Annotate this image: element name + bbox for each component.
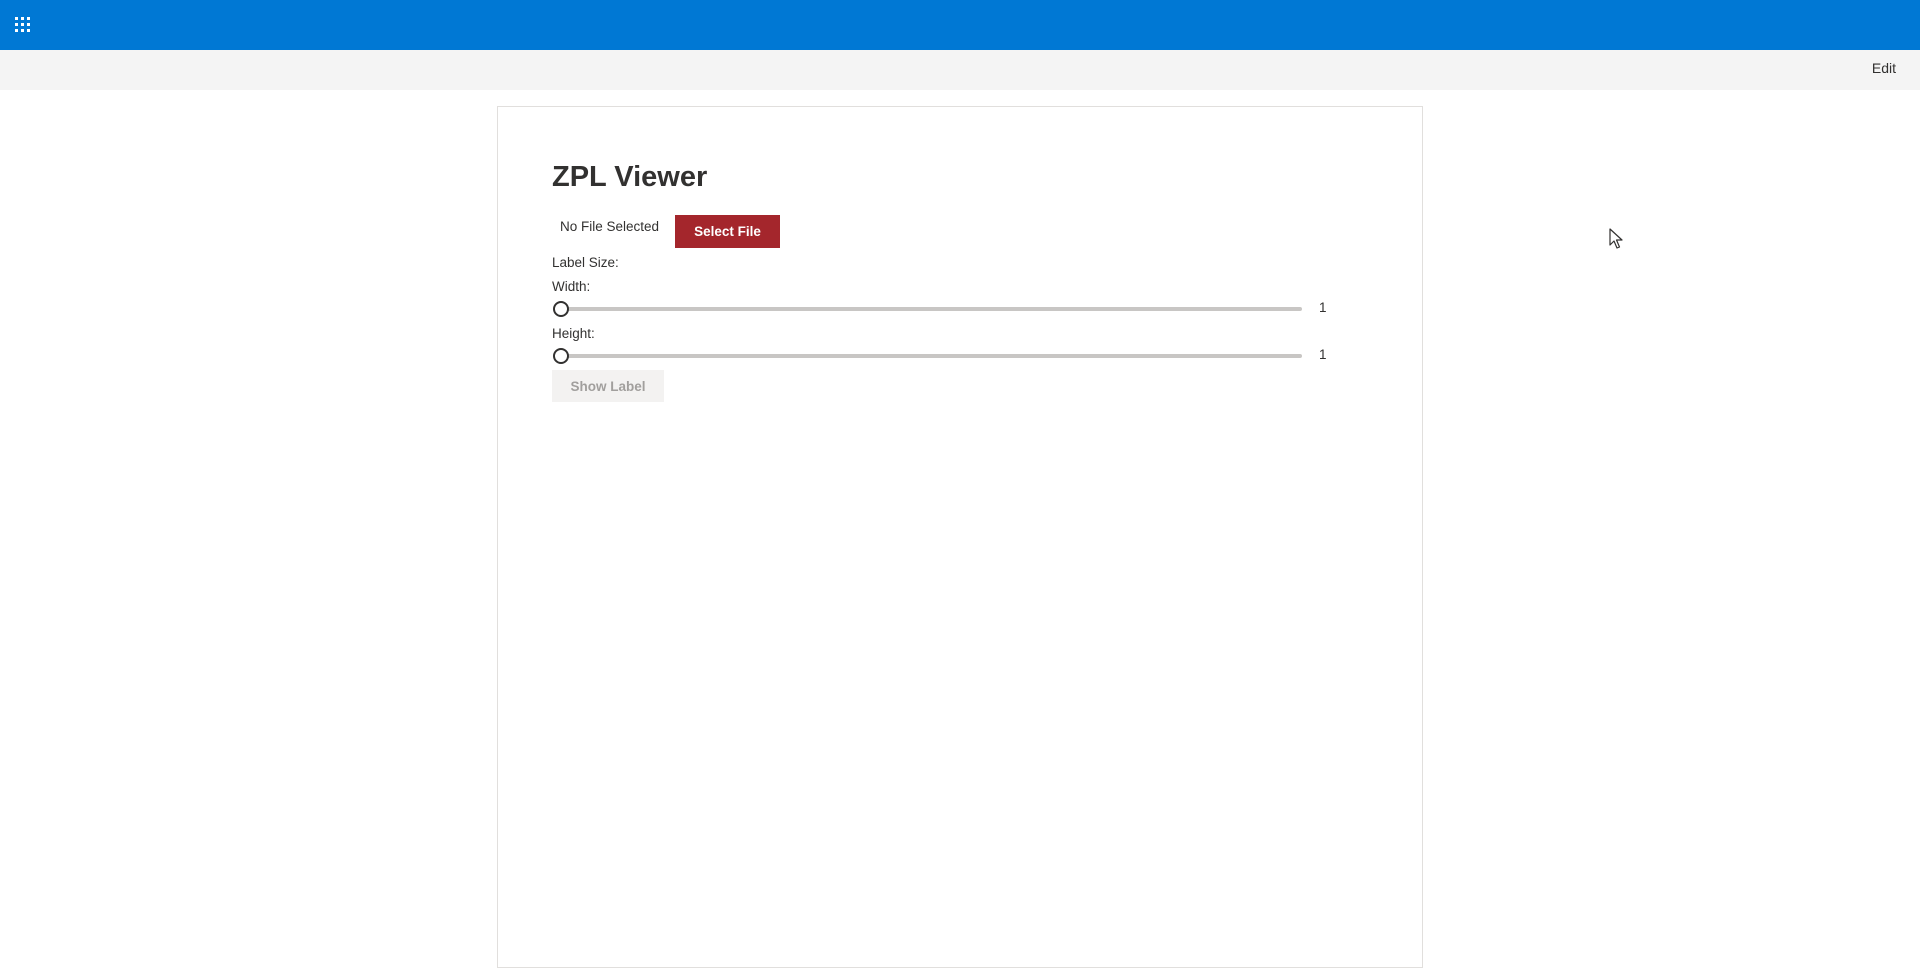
width-slider[interactable]	[552, 300, 1302, 317]
suite-bar	[0, 0, 1920, 50]
select-file-button[interactable]: Select File	[675, 214, 781, 248]
label-size-heading: Label Size:	[552, 255, 619, 270]
edit-button[interactable]: Edit	[1872, 60, 1896, 76]
width-value: 1	[1319, 300, 1327, 315]
height-label: Height:	[552, 326, 595, 341]
width-label: Width:	[552, 279, 591, 294]
height-slider-thumb[interactable]	[553, 348, 569, 364]
app-launcher-button[interactable]	[12, 12, 34, 38]
file-picker: No File Selected Select File	[552, 214, 781, 248]
height-value: 1	[1319, 347, 1327, 362]
width-slider-track	[560, 307, 1302, 311]
webpart-canvas: ZPL Viewer No File Selected Select File …	[497, 106, 1423, 968]
width-slider-thumb[interactable]	[553, 301, 569, 317]
height-slider-track	[560, 354, 1302, 358]
page-title: ZPL Viewer	[552, 161, 708, 193]
height-slider[interactable]	[552, 347, 1302, 364]
file-status-text: No File Selected	[560, 218, 660, 234]
show-label-button[interactable]: Show Label	[552, 370, 664, 402]
waffle-icon	[15, 17, 30, 32]
command-bar: Edit	[0, 50, 1920, 90]
mouse-pointer-icon	[1609, 228, 1623, 249]
